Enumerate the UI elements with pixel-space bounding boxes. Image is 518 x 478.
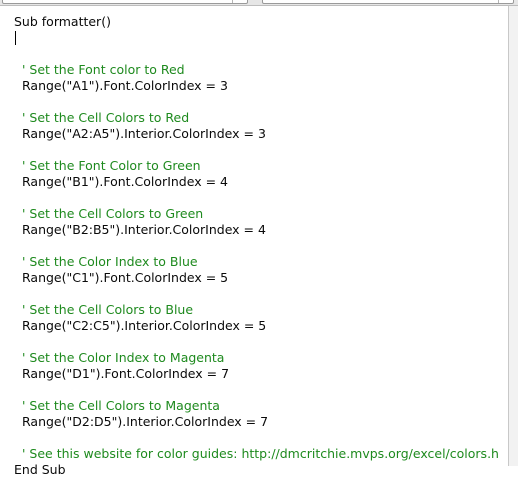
comment-line: ' Set the Color Index to Magenta [22,350,225,365]
code-line: Range("C1").Font.ColorIndex = 5 [22,270,229,285]
comment-line: ' Set the Cell Colors to Green [22,206,204,221]
comment-line: ' Set the Cell Colors to Magenta [22,398,220,413]
chevron-down-icon [232,0,245,3]
code-line: Range("D1").Font.ColorIndex = 7 [22,366,230,381]
object-dropdown[interactable] [2,0,248,4]
chevron-down-icon [498,0,511,3]
procedure-dropdown[interactable] [262,0,514,4]
code-editor[interactable]: Sub formatter() ' Set the Font color to R… [0,6,509,477]
code-line: Range("A2:A5").Interior.ColorIndex = 3 [22,126,266,141]
code-line: Range("D2:D5").Interior.ColorIndex = 7 [22,414,269,429]
comment-line: ' Set the Color Index to Blue [22,254,198,269]
comment-line: ' Set the Font Color to Green [22,158,201,173]
code-line: Range("C2:C5").Interior.ColorIndex = 5 [22,318,267,333]
vertical-scrollbar[interactable] [509,6,518,466]
comment-line: ' Set the Cell Colors to Red [22,110,190,125]
comment-line: ' Set the Font color to Red [22,62,185,77]
text-cursor [15,31,16,45]
code-line: Range("B2:B5").Interior.ColorIndex = 4 [22,222,266,237]
comment-line: ' Set the Cell Colors to Blue [22,302,194,317]
code-lines: Sub formatter() ' Set the Font color to R… [14,14,506,478]
caret-line [14,30,506,46]
code-line: Range("A1").Font.ColorIndex = 3 [22,78,228,93]
comment-line: ' See this website for color guides: htt… [22,446,499,461]
code-line: Range("B1").Font.ColorIndex = 4 [22,174,228,189]
code-line: Sub formatter() [14,14,111,29]
code-line: End Sub [14,462,66,477]
